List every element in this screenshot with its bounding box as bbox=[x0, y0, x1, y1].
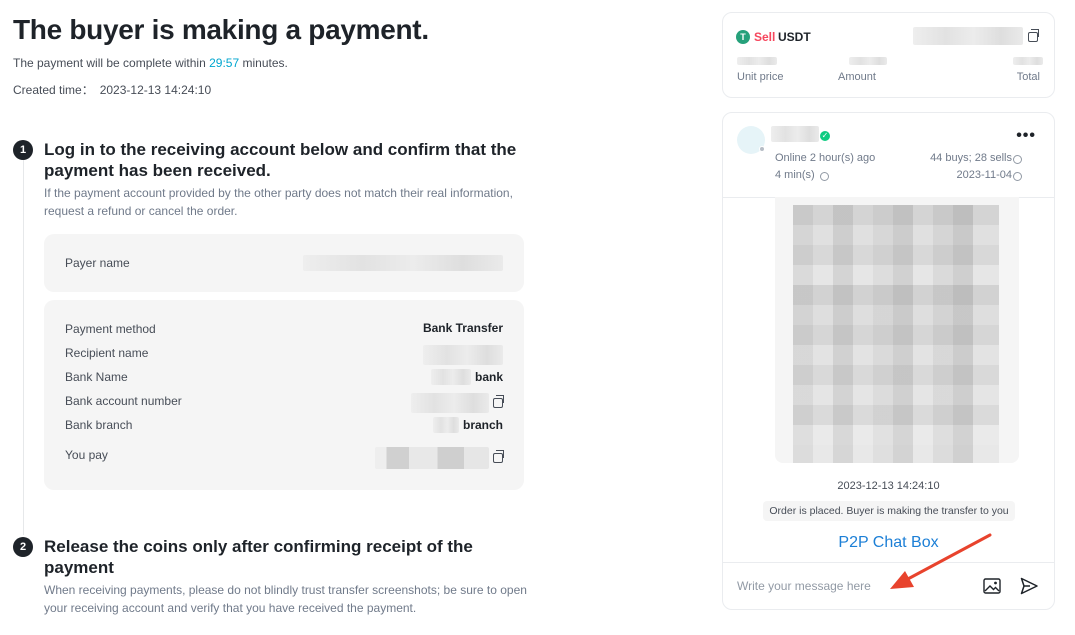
unit-price-value bbox=[737, 57, 777, 65]
page-title: The buyer is making a payment. bbox=[13, 14, 429, 45]
deadline-suffix: minutes. bbox=[242, 56, 288, 70]
system-message: Order is placed. Buyer is making the tra… bbox=[763, 501, 1015, 521]
you-pay-value bbox=[375, 447, 504, 469]
counterparty-name[interactable] bbox=[771, 126, 819, 142]
blurred-image bbox=[793, 205, 999, 463]
payment-method-row: Payment method Bank Transfer bbox=[65, 319, 503, 339]
bank-branch-row: Bank branch branch bbox=[65, 415, 503, 435]
chat-image-message[interactable] bbox=[775, 197, 1019, 463]
created-time: Created time： 2023-12-13 14:24:10 bbox=[13, 81, 211, 98]
order-summary-card: T Sell USDT Unit price Amount Total bbox=[722, 12, 1055, 98]
trade-counts: 44 buys; 28 sells bbox=[930, 152, 1012, 164]
bank-name-label: Bank Name bbox=[65, 370, 128, 384]
join-date: 2023-11-04 bbox=[956, 169, 1012, 181]
amount-value bbox=[849, 57, 887, 65]
bank-branch-label: Bank branch bbox=[65, 418, 133, 432]
verified-badge-icon: ✓ bbox=[820, 131, 830, 141]
total-label: Total bbox=[1016, 71, 1040, 83]
copy-order-icon[interactable] bbox=[1028, 29, 1039, 42]
message-input[interactable] bbox=[737, 575, 957, 597]
amount-label: Amount bbox=[838, 71, 876, 83]
payment-deadline: The payment will be complete within 29:5… bbox=[13, 56, 288, 70]
payer-name-value bbox=[303, 255, 503, 271]
you-pay-label: You pay bbox=[65, 448, 108, 462]
total-value bbox=[1013, 57, 1043, 65]
step-1-title: Log in to the receiving account below an… bbox=[44, 140, 517, 180]
recipient-name-label: Recipient name bbox=[65, 346, 149, 360]
order-status-panel: The buyer is making a payment. The payme… bbox=[13, 0, 543, 635]
recipient-name-row: Recipient name bbox=[65, 343, 503, 365]
order-coin: USDT bbox=[778, 30, 811, 44]
send-icon[interactable] bbox=[1019, 576, 1039, 596]
trade-counts-info-icon[interactable] bbox=[1013, 155, 1022, 164]
countdown-timer: 29:57 bbox=[209, 56, 240, 70]
step-1-badge: 1 bbox=[13, 140, 33, 160]
payer-card: Payer name bbox=[44, 234, 524, 292]
bank-account-label: Bank account number bbox=[65, 394, 182, 408]
order-side: Sell bbox=[754, 30, 776, 44]
payment-method-label: Payment method bbox=[65, 322, 156, 336]
bank-branch-text: branch bbox=[462, 418, 503, 432]
unit-price-label: Unit price bbox=[737, 71, 784, 83]
bank-name-value: bank bbox=[430, 369, 503, 385]
step-2-title: Release the coins only after confirming … bbox=[44, 537, 473, 577]
payment-method-value: Bank Transfer bbox=[422, 321, 503, 335]
response-time-info-icon[interactable] bbox=[820, 172, 829, 181]
copy-account-icon[interactable] bbox=[493, 395, 504, 408]
step-2-description: When receiving payments, please do not b… bbox=[44, 583, 527, 615]
bank-account-value bbox=[411, 393, 504, 413]
response-time: 4 min(s) bbox=[775, 169, 815, 181]
payer-name-label: Payer name bbox=[65, 256, 130, 270]
bank-name-row: Bank Name bank bbox=[65, 367, 503, 387]
p2p-chat-panel: ✓ ••• Online 2 hour(s) ago 44 buys; 28 s… bbox=[722, 112, 1055, 610]
join-date-info-icon[interactable] bbox=[1013, 172, 1022, 181]
message-timestamp: 2023-12-13 14:24:10 bbox=[837, 480, 940, 492]
more-options-button[interactable]: ••• bbox=[1016, 127, 1036, 145]
recipient-name-value bbox=[423, 345, 503, 365]
payment-details-card: Payment method Bank Transfer Recipient n… bbox=[44, 300, 524, 490]
tether-icon: T bbox=[736, 30, 750, 44]
image-upload-icon[interactable] bbox=[983, 578, 1001, 594]
bank-account-row: Bank account number bbox=[65, 391, 504, 413]
online-status: Online 2 hour(s) ago bbox=[775, 152, 876, 164]
payer-name-row: Payer name bbox=[65, 253, 503, 273]
step-2-badge: 2 bbox=[13, 537, 33, 557]
input-divider bbox=[723, 562, 1054, 563]
created-time-label: Created time： bbox=[13, 83, 94, 97]
bank-branch-value: branch bbox=[432, 417, 503, 433]
step-1-description: If the payment account provided by the o… bbox=[44, 186, 513, 218]
copy-amount-icon[interactable] bbox=[493, 450, 504, 463]
online-status-dot bbox=[759, 146, 765, 152]
step-connector-line bbox=[23, 160, 24, 535]
deadline-prefix: The payment will be complete within bbox=[13, 56, 206, 70]
bank-name-text: bank bbox=[474, 370, 503, 384]
created-time-value: 2023-12-13 14:24:10 bbox=[99, 83, 212, 97]
chat-box-annotation: P2P Chat Box bbox=[838, 534, 939, 551]
order-number bbox=[913, 27, 1023, 45]
you-pay-row: You pay bbox=[65, 445, 504, 469]
